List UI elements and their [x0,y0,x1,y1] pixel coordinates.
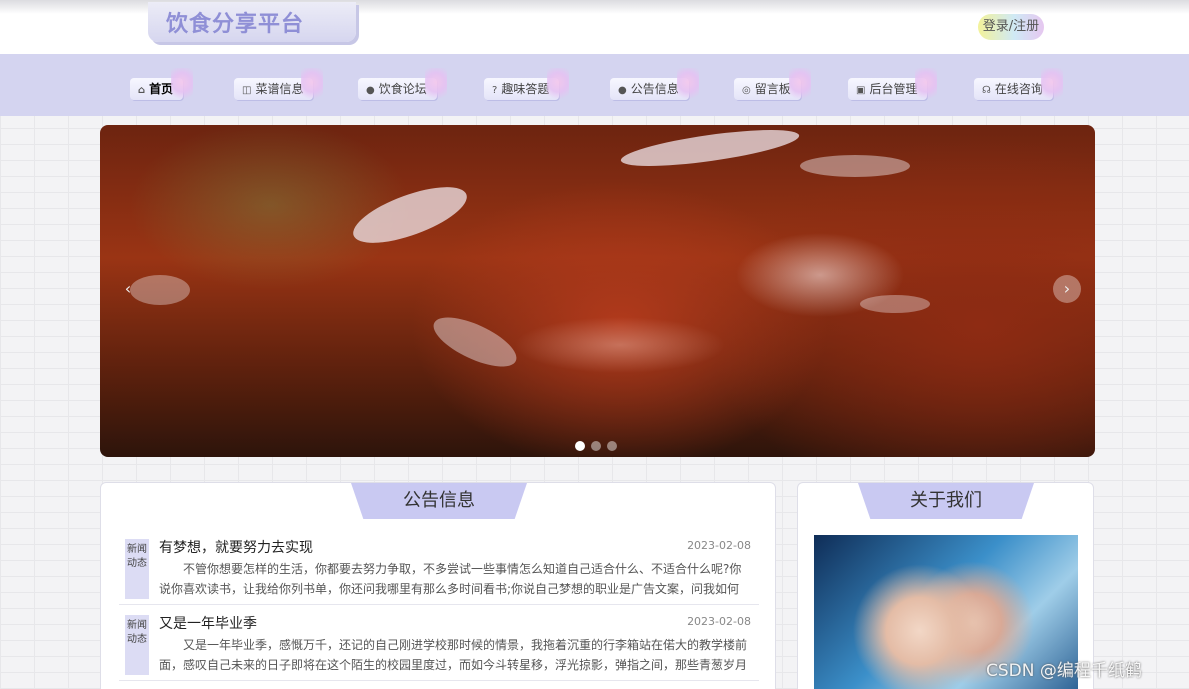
nav-item-forum[interactable]: ● 饮食论坛 [358,68,447,104]
notices-panel: 公告信息 新闻动态 有梦想，就要努力去实现 2023-02-08 不管你想要怎样… [100,482,776,689]
nav-item-notices[interactable]: ● 公告信息 [610,68,699,104]
nav-item-message-board[interactable]: ◎ 留言板 [734,68,811,104]
carousel-dot-3[interactable] [607,441,617,451]
carousel-dot-2[interactable] [591,441,601,451]
nav-label: 公告信息 [630,82,679,96]
news-item[interactable]: 新闻动态 又是一年毕业季 2023-02-08 又是一年毕业季，感慨万千，还记的… [119,609,759,681]
login-register-button[interactable]: 登录/注册 [978,14,1044,40]
news-date: 2023-02-08 [687,539,751,552]
nav-item-home[interactable]: ⌂ 首页 [130,68,194,104]
carousel-dot-1[interactable] [575,441,585,451]
news-item[interactable]: 新闻动态 有梦想，就要努力去实现 2023-02-08 不管你想要怎样的生活，你… [119,533,759,605]
site-logo[interactable]: 饮食分享平台 [148,2,356,42]
nav-label: 留言板 [754,82,791,96]
info-icon: ● [618,85,627,96]
carousel-indicators [575,436,623,455]
notices-title: 公告信息 [351,483,527,519]
news-summary: 又是一年毕业季，感慨万千，还记的自己刚进学校那时候的情景，我拖着沉重的行李箱站在… [159,638,748,672]
message-icon: ◎ [742,85,751,96]
question-icon: ? [492,85,498,96]
nav-item-recipes[interactable]: ◫ 菜谱信息 [234,68,324,104]
admin-icon: ▣ [856,85,866,96]
nav-label: 首页 [149,82,174,96]
nav-label: 趣味答题 [501,82,550,96]
news-title[interactable]: 又是一年毕业季 [159,613,257,633]
news-title[interactable]: 有梦想，就要努力去实现 [159,537,313,557]
news-date: 2023-02-08 [687,615,751,628]
banner-image [346,175,474,255]
news-tag: 新闻动态 [125,615,149,675]
news-tag: 新闻动态 [125,539,149,599]
news-summary: 不管你想要怎样的生活，你都要去努力争取，不多尝试一些事情怎么知道自己适合什么、不… [159,562,742,596]
nav-label: 饮食论坛 [378,82,427,96]
carousel-next-button[interactable]: › [1053,275,1081,303]
about-title: 关于我们 [858,483,1034,519]
watermark: CSDN @编程千纸鹤 [986,661,1142,681]
headset-icon: ☊ [982,85,991,96]
main-nav: ⌂ 首页 ◫ 菜谱信息 ● 饮食论坛 ? 趣味答题 ● 公告信息 ◎ 留言板 ▣ 后台管理 ☊… [0,54,1189,116]
banner-carousel[interactable]: ‹ › [100,125,1095,457]
bag-icon: ◫ [242,85,252,96]
nav-item-consult[interactable]: ☊ 在线咨询 [974,68,1063,104]
nav-label: 菜谱信息 [255,82,304,96]
nav-label: 在线咨询 [994,82,1043,96]
site-header: 饮食分享平台 登录/注册 [0,0,1189,54]
nav-label: 后台管理 [869,82,918,96]
info-icon: ● [366,85,375,96]
nav-item-quiz[interactable]: ? 趣味答题 [484,68,570,104]
carousel-prev-button[interactable]: ‹ [114,275,142,303]
home-icon: ⌂ [138,85,146,96]
nav-item-admin[interactable]: ▣ 后台管理 [848,68,938,104]
